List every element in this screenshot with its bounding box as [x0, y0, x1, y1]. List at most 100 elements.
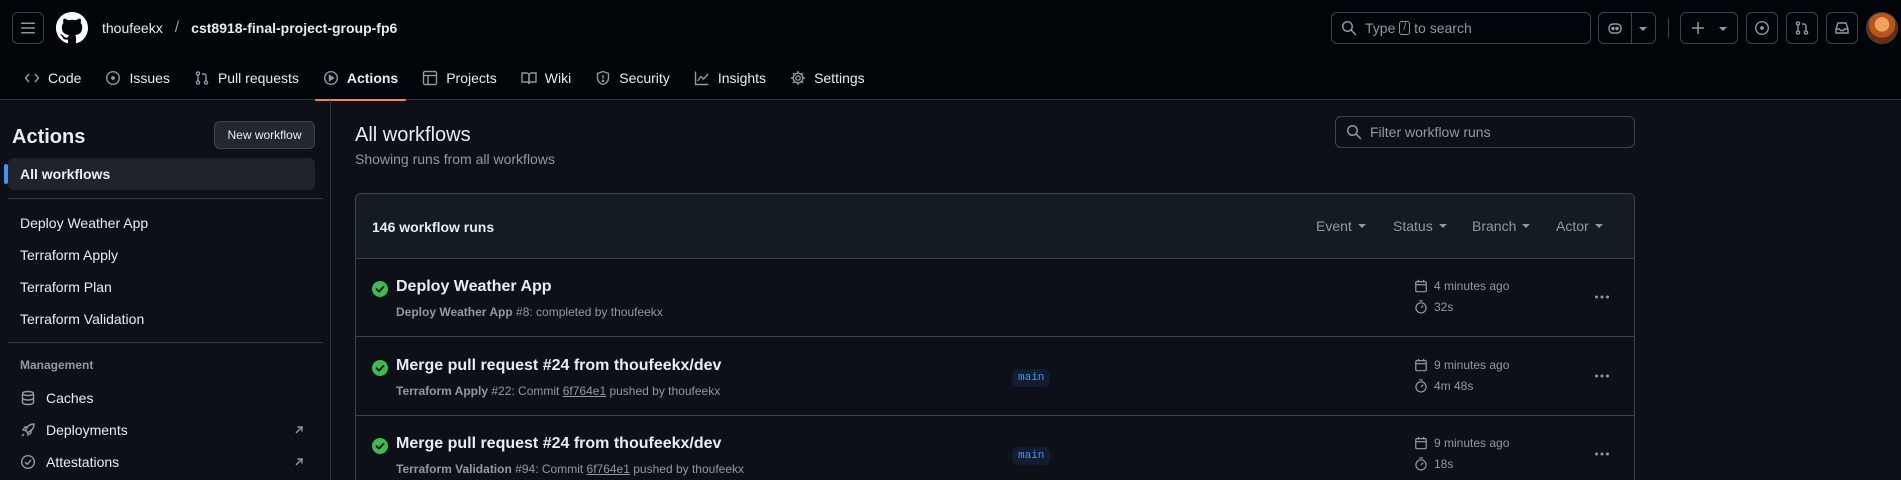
branch-label[interactable]: main: [1012, 369, 1051, 387]
run-workflow-name: Terraform Apply: [396, 384, 489, 398]
tab-security[interactable]: Security: [587, 56, 678, 100]
run-count: 146 workflow runs: [372, 219, 495, 235]
commit-sha-link[interactable]: 6f764e1: [563, 384, 606, 398]
chevron-down-icon: [1357, 224, 1366, 228]
sidebar-item-label: Deployments: [46, 422, 128, 438]
run-actions-menu-button[interactable]: [1588, 442, 1616, 466]
tab-insights[interactable]: Insights: [686, 56, 774, 100]
run-pushed-by: pushed by thoufeekx: [629, 462, 745, 476]
tab-wiki[interactable]: Wiki: [513, 56, 579, 100]
dropdown-label: Branch: [1472, 218, 1517, 234]
tab-label: Projects: [446, 70, 497, 86]
workflow-run-row[interactable]: Merge pull request #24 from thoufeekx/de…: [356, 416, 1634, 480]
status-filter-dropdown[interactable]: Status: [1393, 218, 1447, 234]
sidebar-item-terraform-apply[interactable]: Terraform Apply: [8, 239, 315, 271]
search-shortcut-key: /: [1399, 21, 1411, 35]
workflow-run-row[interactable]: Deploy Weather App Deploy Weather App #8…: [356, 259, 1634, 337]
kebab-horizontal-icon: [1595, 374, 1609, 378]
code-icon: [24, 70, 40, 86]
filter-workflow-runs-input[interactable]: Filter workflow runs: [1335, 116, 1635, 148]
breadcrumb-separator: /: [174, 19, 180, 36]
run-actions-menu-button[interactable]: [1588, 285, 1616, 309]
calendar-icon: [1415, 358, 1427, 372]
runs-list-header: 146 workflow runs Event Status Branch Ac…: [356, 194, 1634, 259]
create-new-button[interactable]: [1680, 12, 1738, 44]
success-check-icon: [372, 281, 388, 297]
chevron-down-icon: [1438, 224, 1447, 228]
tab-label: Issues: [129, 70, 170, 86]
run-meta: Terraform Apply #22: Commit 6f764e1 push…: [396, 384, 720, 398]
your-issues-button[interactable]: [1746, 12, 1778, 44]
tab-label: Settings: [814, 70, 865, 86]
tab-actions[interactable]: Actions: [314, 56, 407, 101]
run-duration-value: 18s: [1434, 457, 1454, 471]
copilot-button-group[interactable]: [1598, 12, 1656, 44]
your-pull-requests-button[interactable]: [1786, 12, 1818, 44]
run-time-ago: 9 minutes ago: [1434, 436, 1510, 450]
github-logo-icon[interactable]: [56, 12, 88, 44]
repo-owner-link[interactable]: thoufeekx: [102, 20, 163, 36]
notifications-button[interactable]: [1826, 12, 1858, 44]
sidebar-item-attestations[interactable]: Attestations: [8, 446, 315, 478]
tab-label: Security: [619, 70, 670, 86]
plus-icon: [1692, 22, 1704, 34]
tab-projects[interactable]: Projects: [414, 56, 505, 100]
actions-sidebar: Actions New workflow All workflows Deplo…: [0, 100, 331, 480]
run-commit-prefix: : Commit: [535, 462, 587, 476]
new-workflow-button[interactable]: New workflow: [214, 121, 315, 149]
chevron-down-icon: [1719, 27, 1727, 31]
run-actions-menu-button[interactable]: [1588, 364, 1616, 388]
sidebar-item-deployments[interactable]: Deployments: [8, 414, 315, 446]
run-duration: 32s: [1414, 300, 1453, 314]
tab-code[interactable]: Code: [16, 56, 89, 100]
run-timestamp: 9 minutes ago: [1414, 358, 1509, 372]
chevron-down-icon[interactable]: [1639, 27, 1647, 31]
pull-request-icon: [194, 70, 210, 86]
tab-issues[interactable]: Issues: [97, 56, 177, 100]
actor-filter-dropdown[interactable]: Actor: [1556, 218, 1603, 234]
workflow-runs-list: 146 workflow runs Event Status Branch Ac…: [355, 193, 1635, 480]
sidebar-item-caches[interactable]: Caches: [8, 382, 315, 414]
repo-name-link[interactable]: cst8918-final-project-group-fp6: [191, 20, 397, 36]
tab-pull-requests[interactable]: Pull requests: [186, 56, 307, 100]
header-divider: [1668, 18, 1669, 38]
menu-button[interactable]: [12, 12, 44, 44]
event-filter-dropdown[interactable]: Event: [1316, 218, 1366, 234]
search-input[interactable]: Type / to search: [1331, 12, 1591, 44]
workflow-run-row[interactable]: Merge pull request #24 from thoufeekx/de…: [356, 338, 1634, 416]
sidebar-divider: [8, 342, 323, 343]
gear-icon: [790, 70, 806, 86]
success-check-icon: [372, 438, 388, 454]
tab-settings[interactable]: Settings: [782, 56, 873, 100]
page-title: All workflows: [355, 124, 471, 146]
run-duration: 4m 48s: [1414, 379, 1473, 393]
repo-tabs: Code Issues Pull requests Actions Projec…: [16, 56, 881, 101]
avatar[interactable]: [1866, 12, 1898, 44]
run-duration-value: 32s: [1434, 300, 1454, 314]
sidebar-item-all-workflows[interactable]: All workflows: [4, 158, 315, 190]
run-title-link[interactable]: Deploy Weather App: [396, 278, 552, 296]
dropdown-label: Actor: [1556, 218, 1589, 234]
branch-filter-dropdown[interactable]: Branch: [1472, 218, 1531, 234]
book-icon: [521, 70, 537, 86]
run-commit-prefix: : Commit: [511, 384, 563, 398]
rocket-icon: [20, 422, 36, 438]
stopwatch-icon: [1415, 300, 1427, 314]
sidebar-item-terraform-plan[interactable]: Terraform Plan: [8, 271, 315, 303]
run-time-ago: 4 minutes ago: [1434, 279, 1510, 293]
run-title-link[interactable]: Merge pull request #24 from thoufeekx/de…: [396, 357, 721, 375]
external-link-icon: [293, 424, 305, 436]
commit-sha-link[interactable]: 6f764e1: [587, 462, 630, 476]
run-title-link[interactable]: Merge pull request #24 from thoufeekx/de…: [396, 435, 721, 453]
branch-label[interactable]: main: [1012, 447, 1051, 465]
run-meta: Deploy Weather App #8: completed by thou…: [396, 305, 663, 319]
tab-label: Insights: [717, 70, 767, 86]
copilot-icon: [1607, 20, 1623, 36]
graph-icon: [694, 70, 710, 86]
sidebar-item-terraform-validation[interactable]: Terraform Validation: [8, 303, 315, 335]
tab-label: Actions: [346, 70, 399, 86]
issue-icon: [105, 70, 121, 86]
run-workflow-name: Deploy Weather App: [396, 305, 513, 319]
sidebar-item-deploy-weather-app[interactable]: Deploy Weather App: [8, 207, 315, 239]
table-icon: [422, 70, 438, 86]
